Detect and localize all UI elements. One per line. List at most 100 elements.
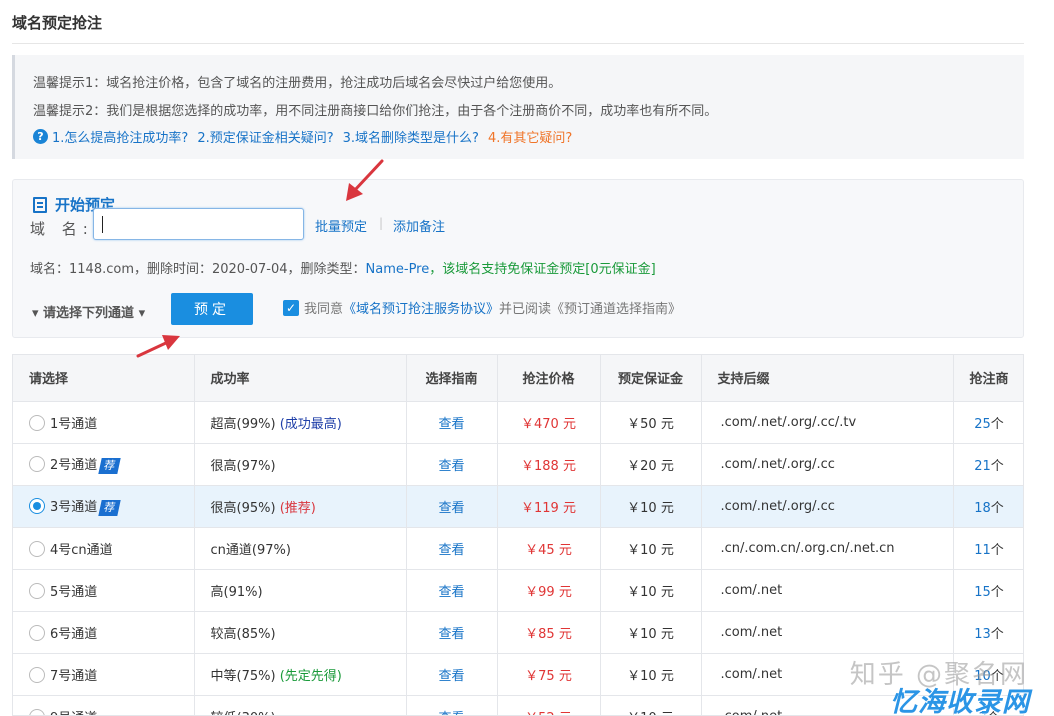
guide-cell: 查看 bbox=[406, 695, 498, 716]
view-guide-link[interactable]: 查看 bbox=[438, 543, 464, 558]
channel-name: 1号通道 bbox=[50, 416, 98, 432]
table-row[interactable]: 1号通道 超高(99%) (成功最高) 查看 ￥470 元 ￥50 元 .com/.net… bbox=[13, 401, 1023, 444]
select-cell[interactable]: 6号通道 bbox=[13, 611, 195, 654]
table-row[interactable]: 2号通道荐很高(97%) 查看 ￥188 元 ￥20 元 .com/.net/.org/… bbox=[13, 443, 1023, 486]
success-rate-cell: 很高(95%) (推荐) bbox=[194, 485, 407, 528]
table-row[interactable]: 3号通道荐很高(95%) (推荐) 查看 ￥119 元 ￥10 元 .com/.net/… bbox=[13, 485, 1023, 528]
select-cell[interactable]: 4号cn通道 bbox=[13, 527, 195, 570]
suffix-cell: .cn/.com.cn/.org.cn/.net.cn bbox=[701, 527, 954, 570]
price-cell: ￥75 元 bbox=[497, 653, 601, 696]
price-cell: ￥45 元 bbox=[497, 527, 601, 570]
registrar-count-link[interactable]: 11 bbox=[974, 543, 991, 558]
header-price: 抢注价格 bbox=[497, 355, 601, 402]
table-row[interactable]: 5号通道 高(91%) 查看 ￥99 元 ￥10 元 .com/.net 15个 bbox=[13, 569, 1023, 612]
table-row[interactable]: 4号cn通道 cn通道(97%) 查看 ￥45 元 ￥10 元 .cn/.com.cn/.… bbox=[13, 527, 1023, 570]
suffix-cell: .com/.net/.org/.cc bbox=[701, 485, 954, 528]
success-rate: 较高(85%) bbox=[210, 626, 276, 642]
suffix-cell: .com/.net/.org/.cc/.tv bbox=[701, 401, 954, 444]
registrar-count-unit: 个 bbox=[990, 458, 1004, 474]
suffix-cell: .com/.net bbox=[701, 569, 954, 612]
header-suffix: 支持后缀 bbox=[701, 355, 954, 402]
select-cell[interactable]: 2号通道荐 bbox=[13, 443, 195, 486]
channel-select-dropdown[interactable]: ▾ 请选择下列通道 ▾ bbox=[32, 302, 145, 321]
tip-line-2: 温馨提示2：我们是根据您选择的成功率，用不同注册商接口给你们抢注，由于各个注册商… bbox=[33, 104, 718, 119]
price-cell: ￥52 元 bbox=[497, 695, 601, 715]
deposit-cell: ￥10 元 bbox=[600, 527, 702, 570]
channel-name: 4号cn通道 bbox=[50, 542, 113, 558]
batch-booking-link[interactable]: 批量预定 bbox=[315, 216, 367, 235]
registrar-count-cell: 11个 bbox=[953, 527, 1023, 570]
rate-note: (先定先得) bbox=[279, 668, 342, 684]
success-rate-cell: 较低(30%) bbox=[194, 695, 407, 715]
select-cell[interactable]: 3号通道荐 bbox=[13, 485, 195, 528]
faq-link-1[interactable]: 1.怎么提高抢注成功率? bbox=[52, 127, 188, 146]
tip-line-1: 温馨提示1：域名抢注价格，包含了域名的注册费用，抢注成功后域名会尽快过户给您使用… bbox=[33, 76, 562, 91]
registrar-count-unit: 个 bbox=[990, 584, 1004, 600]
registrar-count-link[interactable]: 25 bbox=[974, 417, 991, 432]
registrar-count-unit: 个 bbox=[990, 416, 1004, 432]
channel-name: 7号通道 bbox=[50, 668, 98, 684]
channel-name: 6号通道 bbox=[50, 626, 98, 642]
channel-name: 2号通道 bbox=[50, 458, 98, 473]
channel-radio[interactable] bbox=[29, 456, 45, 472]
channel-radio[interactable] bbox=[29, 624, 45, 641]
registrar-count-cell: 25个 bbox=[953, 401, 1023, 444]
view-guide-link[interactable]: 查看 bbox=[438, 711, 464, 716]
faq-link-2[interactable]: 2.预定保证金相关疑问? bbox=[197, 127, 333, 146]
deposit-cell: ￥10 元 bbox=[600, 695, 702, 715]
success-rate: cn通道(97%) bbox=[210, 542, 291, 558]
suffix-cell: .com/.net bbox=[701, 611, 954, 654]
channel-radio[interactable] bbox=[29, 708, 45, 715]
guide-cell: 查看 bbox=[406, 527, 498, 570]
registrar-count-link[interactable]: 18 bbox=[974, 501, 991, 516]
registrar-count-link[interactable]: 13 bbox=[974, 627, 991, 642]
faq-link-3[interactable]: 3.域名删除类型是什么? bbox=[343, 127, 479, 146]
select-cell[interactable]: 5号通道 bbox=[13, 569, 195, 612]
domain-info: 域名：1148.com，删除时间：2020-07-04，删除类型：Name-Pr… bbox=[30, 258, 656, 277]
rate-note: (成功最高) bbox=[279, 416, 342, 432]
select-cell[interactable]: 7号通道 bbox=[13, 653, 195, 696]
price-cell: ￥99 元 bbox=[497, 569, 601, 612]
channel-radio[interactable] bbox=[29, 414, 45, 431]
header-success-rate: 成功率 bbox=[194, 355, 407, 402]
document-icon bbox=[33, 196, 47, 213]
view-guide-link[interactable]: 查看 bbox=[438, 669, 464, 684]
view-guide-link[interactable]: 查看 bbox=[438, 417, 464, 432]
view-guide-link[interactable]: 查看 bbox=[438, 627, 464, 642]
registrar-count-link[interactable]: 15 bbox=[974, 585, 991, 600]
page-title: 域名预定抢注 bbox=[12, 14, 103, 32]
link-separator: | bbox=[379, 216, 384, 230]
add-note-link[interactable]: 添加备注 bbox=[393, 216, 445, 235]
success-rate-cell: 较高(85%) bbox=[194, 611, 407, 654]
view-guide-link[interactable]: 查看 bbox=[438, 459, 464, 474]
select-cell[interactable]: 9号通道 bbox=[13, 695, 195, 715]
table-row[interactable]: 6号通道 较高(85%) 查看 ￥85 元 ￥10 元 .com/.net 13个 bbox=[13, 611, 1023, 654]
view-guide-link[interactable]: 查看 bbox=[438, 501, 464, 516]
channel-name: 3号通道 bbox=[50, 500, 98, 515]
suffix-cell: .com/.net/.org/.cc bbox=[701, 443, 954, 486]
registrar-count-cell: 13个 bbox=[953, 611, 1023, 654]
question-icon: ? bbox=[33, 129, 48, 144]
guide-cell: 查看 bbox=[406, 653, 498, 696]
success-rate: 超高(99%) bbox=[210, 416, 276, 432]
registrar-count-link[interactable]: 21 bbox=[974, 459, 991, 474]
agreement: ✓ 我同意 《域名预订抢注服务协议》 并已阅读《预订通道选择指南》 bbox=[283, 298, 681, 317]
registrar-count-unit: 个 bbox=[990, 626, 1004, 642]
channel-radio[interactable] bbox=[29, 498, 45, 514]
success-rate-cell: 超高(99%) (成功最高) bbox=[194, 401, 407, 444]
view-guide-link[interactable]: 查看 bbox=[438, 585, 464, 600]
channel-radio[interactable] bbox=[29, 540, 45, 557]
channel-radio[interactable] bbox=[29, 666, 45, 683]
agree-checkbox[interactable]: ✓ bbox=[283, 299, 299, 316]
table-row[interactable]: 9号通道较低(30%)查看￥52 元￥10 元.com/.net3个 bbox=[13, 695, 1023, 716]
faq-link-4[interactable]: 4.有其它疑问? bbox=[488, 127, 572, 146]
book-button[interactable]: 预定 bbox=[171, 293, 253, 325]
success-rate: 很高(97%) bbox=[210, 458, 276, 474]
faq-links: ? 1.怎么提高抢注成功率? 2.预定保证金相关疑问? 3.域名删除类型是什么?… bbox=[33, 127, 581, 146]
service-agreement-link[interactable]: 《域名预订抢注服务协议》 bbox=[343, 298, 499, 317]
domain-input[interactable] bbox=[93, 208, 304, 240]
recommended-badge: 荐 bbox=[98, 500, 121, 516]
deposit-cell: ￥10 元 bbox=[600, 611, 702, 654]
select-cell[interactable]: 1号通道 bbox=[13, 401, 195, 444]
channel-radio[interactable] bbox=[29, 582, 45, 599]
